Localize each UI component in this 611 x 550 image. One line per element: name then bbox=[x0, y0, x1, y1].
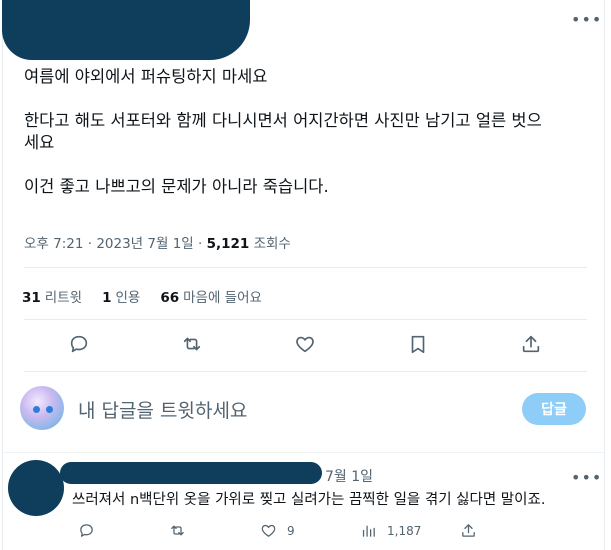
views-label: 조회수 bbox=[249, 236, 291, 252]
more-icon[interactable]: ••• bbox=[571, 12, 602, 28]
views-icon bbox=[362, 525, 375, 537]
like-icon[interactable] bbox=[294, 333, 318, 357]
comment-actions: 9 1,187 bbox=[0, 522, 611, 542]
like-icon bbox=[261, 524, 276, 537]
tweet-timestamp[interactable]: 오후 7:21 · 2023년 7월 1일 · bbox=[24, 236, 207, 252]
reply-button[interactable]: 답글 bbox=[522, 393, 586, 425]
divider bbox=[24, 319, 587, 320]
tweet-meta: 오후 7:21 · 2023년 7월 1일 · 5,121 조회수 bbox=[24, 232, 291, 252]
commenter-avatar-redaction bbox=[8, 460, 64, 516]
bookmark-icon[interactable] bbox=[407, 333, 431, 357]
comment-text: 쓰러져서 n백단위 옷을 가위로 찢고 실려가는 끔찍한 일을 겪기 싫다면 말… bbox=[72, 492, 546, 508]
comment-retweet[interactable] bbox=[169, 522, 186, 539]
comment-like-count: 9 bbox=[287, 523, 295, 538]
comment-share[interactable] bbox=[460, 522, 477, 539]
engagement-stats: 31 리트윗 1 인용 66 마음에 들어요 bbox=[22, 286, 262, 306]
comment-views[interactable]: 1,187 bbox=[360, 522, 421, 539]
divider bbox=[24, 371, 587, 372]
likes-stat[interactable]: 66 마음에 들어요 bbox=[160, 286, 262, 306]
tweet-line: 여름에 야외에서 퍼슈팅하지 마세요 bbox=[24, 67, 268, 86]
comment-reply[interactable] bbox=[78, 522, 95, 539]
share-icon[interactable] bbox=[520, 333, 544, 357]
reply-icon bbox=[80, 524, 93, 537]
author-redaction bbox=[2, 0, 250, 60]
reply-input[interactable]: 내 답글을 트윗하세요 bbox=[78, 396, 247, 423]
tweet-line: 이건 좋고 나쁘고의 문제가 아니라 죽습니다. bbox=[24, 177, 329, 196]
comment-date[interactable]: 7월 1일 bbox=[325, 466, 373, 486]
retweet-icon[interactable] bbox=[181, 333, 205, 357]
divider bbox=[3, 452, 605, 453]
tweet-line: 세요 bbox=[24, 133, 55, 152]
more-icon[interactable]: ••• bbox=[571, 470, 602, 486]
reply-icon[interactable] bbox=[68, 333, 92, 357]
reply-composer: 내 답글을 트윗하세요 답글 bbox=[0, 380, 611, 440]
commenter-name-redaction bbox=[60, 462, 322, 484]
tweet-line: 한다고 해도 서포터와 함께 다니시면서 어지간하면 사진만 남기고 얼른 벗으 bbox=[24, 111, 542, 130]
retweet-icon bbox=[171, 525, 184, 536]
share-icon bbox=[462, 524, 475, 537]
views-count: 5,121 bbox=[206, 236, 250, 252]
tweet-actions bbox=[0, 333, 611, 357]
avatar-eye bbox=[46, 406, 53, 413]
tweet-text: 여름에 야외에서 퍼슈팅하지 마세요 한다고 해도 서포터와 함께 다니시면서 … bbox=[24, 66, 596, 198]
comment-like[interactable]: 9 bbox=[260, 522, 295, 539]
quotes-stat[interactable]: 1 인용 bbox=[102, 286, 140, 306]
avatar-eye bbox=[33, 406, 40, 413]
retweets-stat[interactable]: 31 리트윗 bbox=[22, 286, 82, 306]
reply-tweet[interactable]: 7월 1일 ••• 쓰러져서 n백단위 옷을 가위로 찢고 실려가는 끔찍한 일… bbox=[0, 454, 611, 550]
avatar bbox=[20, 386, 64, 430]
comment-view-count: 1,187 bbox=[387, 523, 422, 538]
divider bbox=[24, 267, 587, 268]
